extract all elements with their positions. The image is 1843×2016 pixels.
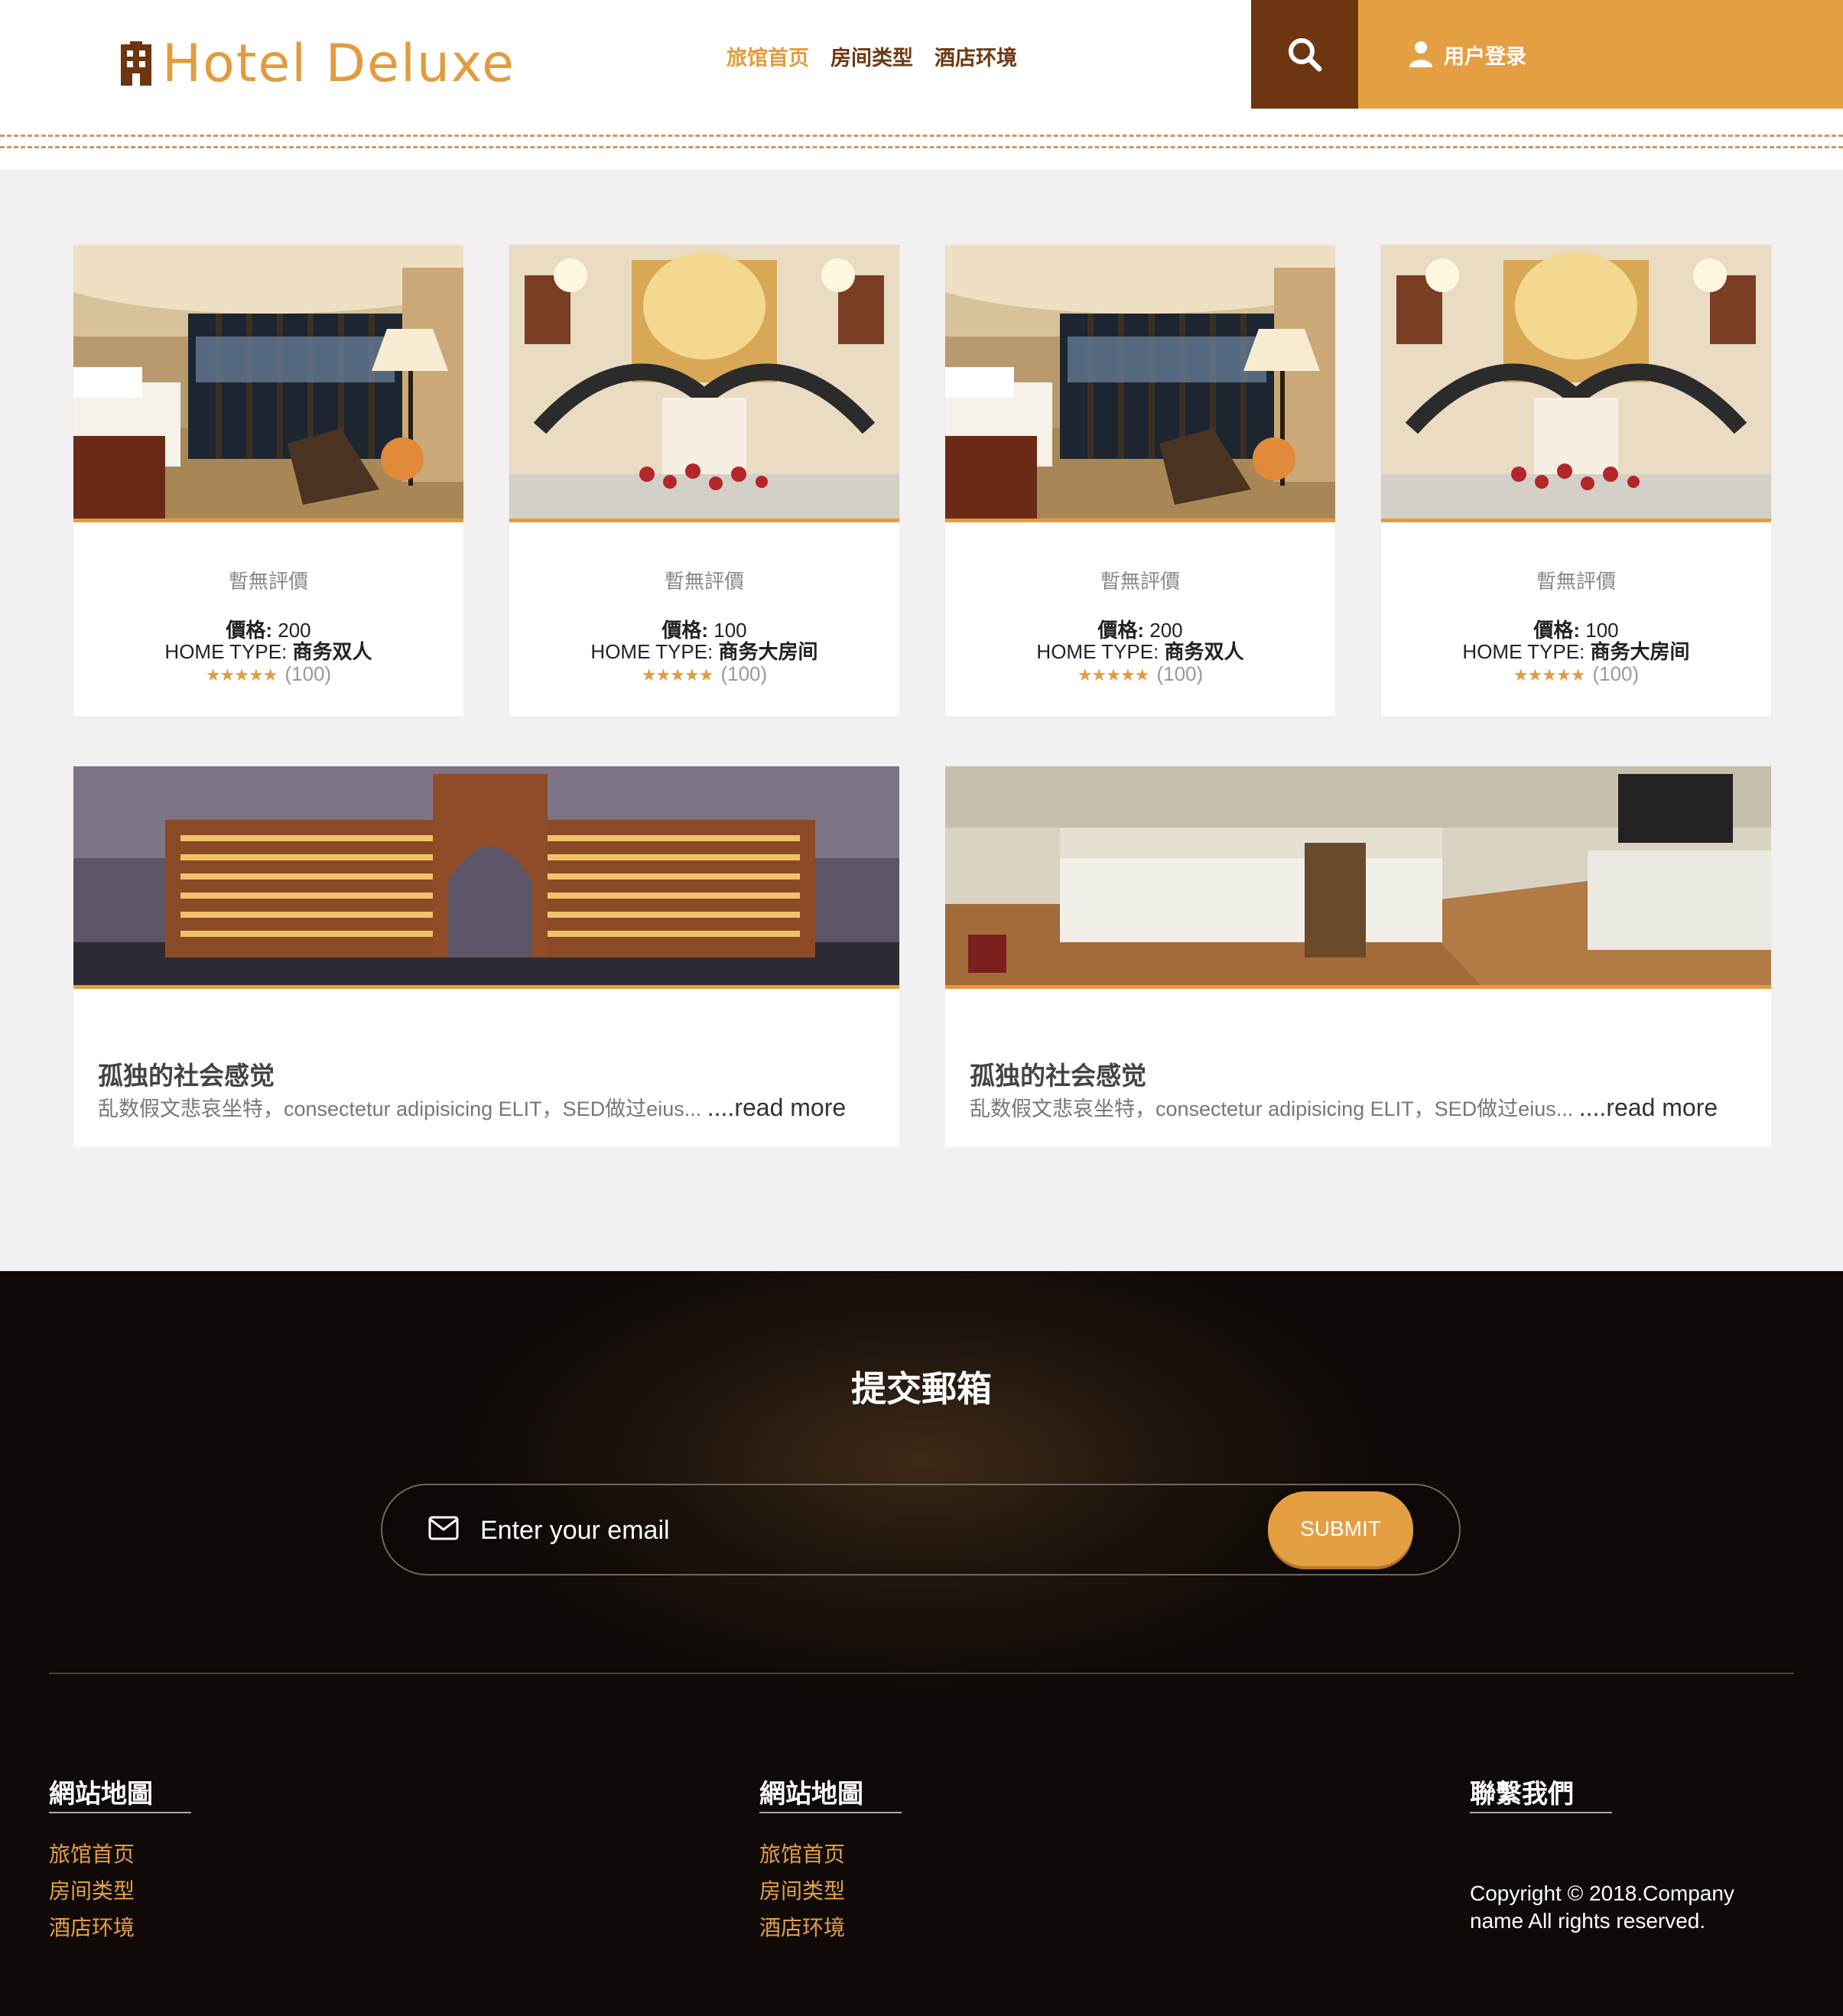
- rating-status: 暫無評價: [1536, 570, 1616, 593]
- nav-room-types[interactable]: 房间类型: [830, 41, 913, 71]
- star-rating: ★★★★★ (100): [1381, 662, 1771, 686]
- star-rating: ★★★★★ (100): [509, 662, 899, 686]
- site-footer: 提交郵箱 SUBMIT 網站地圖 旅馆首页 房间类型 酒店环境 網站地圖 旅馆首…: [0, 1271, 1843, 2016]
- star-rating: ★★★★★ (100): [73, 662, 463, 686]
- room-card[interactable]: 暫無評價 價格: 100 HOME TYPE: 商务大房间 ★★★★★ (100): [1381, 245, 1771, 717]
- copyright-text: Copyright © 2018.Company name All rights…: [1470, 1881, 1734, 1933]
- feature-description: 乱数假文悲哀坐特，consectetur adipisicing ELIT，SE…: [98, 1092, 846, 1122]
- card-accent-bar: [73, 985, 899, 989]
- newsletter-form: SUBMIT: [381, 1484, 1461, 1575]
- card-accent-bar: [73, 519, 463, 522]
- room-card[interactable]: 暫無評價 價格: 200 HOME TYPE: 商务双人 ★★★★★ (100): [73, 245, 463, 717]
- contact-title: 聯繫我們: [1470, 1773, 1612, 1813]
- room-card[interactable]: 暫無評價 價格: 100 HOME TYPE: 商务大房间 ★★★★★ (100): [509, 245, 899, 717]
- card-accent-bar: [509, 519, 899, 522]
- sitemap-title: 網站地圖: [49, 1773, 191, 1813]
- type-label: HOME TYPE:: [1036, 640, 1159, 663]
- nav-environment[interactable]: 酒店环境: [935, 41, 1017, 71]
- review-count: (100): [284, 662, 332, 685]
- type-label: HOME TYPE:: [590, 640, 713, 663]
- room-image: [73, 245, 463, 519]
- card-accent-bar: [1381, 519, 1771, 522]
- footer-link-environment[interactable]: 酒店环境: [49, 1910, 191, 1946]
- type-label: HOME TYPE:: [164, 640, 288, 663]
- rating-status: 暫無評價: [664, 570, 744, 593]
- nav-home[interactable]: 旅馆首页: [726, 41, 809, 71]
- room-type: HOME TYPE: 商务双人: [945, 636, 1335, 665]
- star-rating: ★★★★★ (100): [945, 662, 1335, 686]
- room-type: HOME TYPE: 商务双人: [73, 636, 463, 665]
- room-type: HOME TYPE: 商务大房间: [1381, 636, 1771, 665]
- feature-card[interactable]: 孤独的社会感觉 乱数假文悲哀坐特，consectetur adipisicing…: [73, 766, 899, 1147]
- logo[interactable]: Hotel Deluxe: [121, 21, 515, 106]
- feature-title: 孤独的社会感觉: [970, 1062, 1146, 1090]
- feature-desc-text: 乱数假文悲哀坐特，consectetur adipisicing ELIT，SE…: [98, 1097, 702, 1120]
- logo-text: Hotel Deluxe: [162, 33, 515, 94]
- feature-image: [73, 766, 899, 985]
- newsletter-title: 提交郵箱: [851, 1369, 992, 1409]
- footer-divider: [49, 1673, 1794, 1674]
- footer-link-room-types[interactable]: 房间类型: [49, 1873, 191, 1910]
- sitemap-column: 網站地圖 旅馆首页 房间类型 酒店环境: [49, 1773, 191, 1946]
- site-header: Hotel Deluxe 旅馆首页 房间类型 酒店环境 用户登录: [0, 0, 1843, 170]
- room-image: [945, 245, 1335, 519]
- review-count: (100): [1156, 662, 1204, 685]
- login-button[interactable]: 用户登录: [1358, 0, 1843, 109]
- rating-status: 暫無評價: [1100, 570, 1180, 593]
- room-image: [509, 245, 899, 519]
- stars-icon: ★★★★★: [205, 665, 278, 684]
- mail-icon: [428, 1516, 459, 1540]
- user-icon: [1409, 41, 1432, 67]
- review-count: (100): [720, 662, 768, 685]
- card-accent-bar: [945, 985, 1771, 989]
- feature-image: [945, 766, 1771, 985]
- email-input[interactable]: [479, 1502, 1247, 1559]
- feature-title: 孤独的社会感觉: [98, 1062, 275, 1090]
- stars-icon: ★★★★★: [1513, 665, 1586, 684]
- footer-link-room-types[interactable]: 房间类型: [759, 1873, 902, 1910]
- type-value: 商务双人: [292, 640, 372, 663]
- contact-column: 聯繫我們: [1470, 1773, 1612, 1813]
- read-more-link[interactable]: ....read more: [707, 1094, 846, 1121]
- feature-description: 乱数假文悲哀坐特，consectetur adipisicing ELIT，SE…: [970, 1092, 1718, 1122]
- main-nav: 旅馆首页 房间类型 酒店环境: [726, 41, 1017, 71]
- footer-link-home[interactable]: 旅馆首页: [759, 1836, 902, 1873]
- feature-desc-text: 乱数假文悲哀坐特，consectetur adipisicing ELIT，SE…: [970, 1097, 1574, 1120]
- feature-card[interactable]: 孤独的社会感觉 乱数假文悲哀坐特，consectetur adipisicing…: [945, 766, 1771, 1147]
- login-label: 用户登录: [1444, 44, 1526, 68]
- footer-link-environment[interactable]: 酒店环境: [759, 1910, 902, 1946]
- rating-status: 暫無評價: [228, 570, 308, 593]
- room-image: [1381, 245, 1771, 519]
- submit-button[interactable]: SUBMIT: [1268, 1491, 1413, 1566]
- review-count: (100): [1592, 662, 1640, 685]
- stars-icon: ★★★★★: [641, 665, 714, 684]
- read-more-link[interactable]: ....read more: [1579, 1094, 1718, 1121]
- footer-link-home[interactable]: 旅馆首页: [49, 1836, 191, 1873]
- type-label: HOME TYPE:: [1462, 640, 1585, 663]
- building-icon: [121, 41, 151, 86]
- room-card[interactable]: 暫無評價 價格: 200 HOME TYPE: 商务双人 ★★★★★ (100): [945, 245, 1335, 717]
- sitemap-title: 網站地圖: [759, 1773, 902, 1813]
- type-value: 商务大房间: [718, 640, 818, 663]
- card-accent-bar: [945, 519, 1335, 522]
- search-button[interactable]: [1251, 0, 1358, 109]
- room-type: HOME TYPE: 商务大房间: [509, 636, 899, 665]
- stars-icon: ★★★★★: [1077, 665, 1150, 684]
- type-value: 商务大房间: [1590, 640, 1690, 663]
- search-icon: [1289, 38, 1322, 72]
- type-value: 商务双人: [1164, 640, 1244, 663]
- sitemap-column: 網站地圖 旅馆首页 房间类型 酒店环境: [759, 1773, 902, 1946]
- header-divider: [0, 135, 1843, 148]
